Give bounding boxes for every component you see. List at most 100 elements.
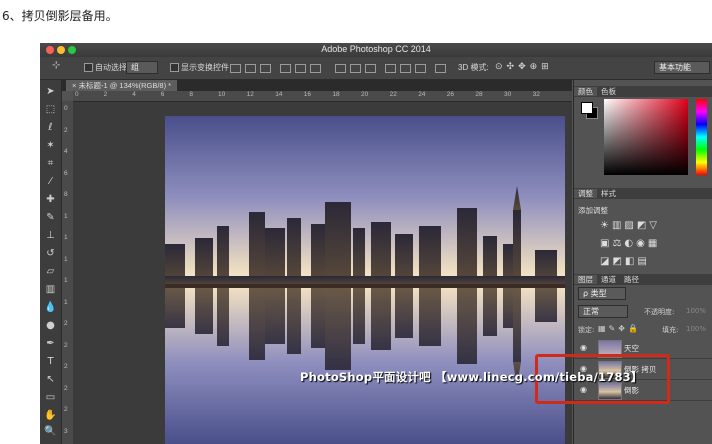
ruler-tick-label: 26 — [446, 91, 455, 98]
ruler-tick-label: 2 — [64, 406, 68, 413]
ruler-tick-label: 1 — [64, 277, 68, 284]
marquee-tool-icon[interactable]: ⬚ — [43, 103, 58, 117]
add-adjustment-label: 添加调整 — [578, 206, 608, 215]
color-panel-header: 颜色 色板 — [574, 86, 712, 97]
show-transform-checkbox[interactable]: 显示变换控件 — [170, 62, 229, 73]
ruler-tick-label: 2 — [64, 341, 68, 349]
horizontal-ruler[interactable]: 0 2 4 6 8 10 12 14 16 18 20 22 24 26 28 30 32 — [73, 91, 572, 102]
adjustments-panel-header: 调整 样式 — [574, 188, 712, 199]
document-tab-label: 未标题-1 @ 134%(RGB/8) * — [78, 81, 172, 90]
step-caption: 6、拷贝倒影层备用。 — [2, 9, 118, 23]
tab-channels[interactable]: 通道 — [597, 275, 620, 284]
zoom-tool-icon[interactable]: 🔍 — [43, 425, 58, 439]
document-tab[interactable]: × 未标题-1 @ 134%(RGB/8) * — [66, 80, 178, 91]
magic-wand-icon[interactable]: ✶ — [43, 139, 58, 153]
align-middle-icon[interactable] — [245, 64, 256, 73]
ruler-tick-label: 0 — [75, 91, 79, 98]
move-tool-icon[interactable]: ⊹ — [52, 60, 60, 71]
clone-stamp-icon[interactable]: ⊥ — [43, 229, 58, 243]
ruler-tick-label: 1 — [64, 298, 68, 306]
ruler-tick-label: 4 — [132, 91, 136, 98]
align-center-icon[interactable] — [295, 64, 306, 73]
ruler-tick-label: 0 — [64, 105, 68, 112]
visibility-eye-icon[interactable]: ◉ — [580, 343, 587, 352]
layer-kind-filter[interactable]: ρ 类型 — [578, 287, 626, 300]
align-top-icon[interactable] — [230, 64, 241, 73]
ruler-tick-label: 20 — [361, 91, 369, 98]
window-title: Adobe Photoshop CC 2014 — [321, 44, 431, 54]
brush-tool-icon[interactable]: ✎ — [43, 211, 58, 225]
tab-color[interactable]: 颜色 — [574, 87, 597, 96]
lock-icons[interactable]: ▦✎✥🔒 — [598, 324, 641, 333]
lock-label: 锁定: — [578, 326, 595, 334]
canvas-area[interactable] — [73, 102, 572, 444]
adjustment-icons-row3[interactable]: ◪◩◧▤ — [600, 256, 650, 267]
tools-panel: ➤ ⬚ ℓ ✶ ⌗ ⁄ ✚ ✎ ⊥ ↺ ▱ ▥ 💧 ● ✒ T ↖ ▭ ✋ 🔍 — [40, 80, 62, 444]
pen-tool-icon[interactable]: ✒ — [43, 337, 58, 351]
distribute-top-icon[interactable] — [335, 64, 346, 73]
distribute-center-icon[interactable] — [400, 64, 411, 73]
document-tab-bar: × 未标题-1 @ 134%(RGB/8) * — [62, 80, 572, 91]
opacity-label: 不透明度: — [644, 308, 675, 316]
ruler-tick-label: 28 — [475, 91, 483, 98]
ruler-tick-label: 1 — [64, 255, 68, 263]
color-picker-field[interactable] — [604, 99, 688, 175]
tab-layers[interactable]: 图层 — [574, 275, 597, 284]
distribute-right-icon[interactable] — [415, 64, 426, 73]
align-bottom-icon[interactable] — [260, 64, 271, 73]
ruler-tick-label: 2 — [64, 384, 68, 392]
ruler-tick-label: 10 — [218, 91, 226, 98]
eyedropper-icon[interactable]: ⁄ — [43, 175, 58, 189]
distribute-left-icon[interactable] — [385, 64, 396, 73]
tab-paths[interactable]: 路径 — [620, 275, 643, 284]
eraser-icon[interactable]: ▱ — [43, 265, 58, 279]
adjustment-icons-row2[interactable]: ▣⚖◐◉▦ — [600, 238, 660, 249]
hand-tool-icon[interactable]: ✋ — [43, 409, 58, 423]
auto-select-checkbox[interactable]: 自动选择: — [84, 62, 129, 73]
path-select-icon[interactable]: ↖ — [43, 373, 58, 387]
layer-name: 天空 — [624, 344, 639, 353]
distribute-bottom-icon[interactable] — [365, 64, 376, 73]
ruler-tick-label: 2 — [64, 320, 68, 327]
ruler-tick-label: 32 — [532, 91, 540, 98]
shape-tool-icon[interactable]: ▭ — [43, 391, 58, 405]
ruler-tick-label: 6 — [160, 91, 165, 98]
lasso-tool-icon[interactable]: ℓ — [43, 121, 58, 135]
dodge-tool-icon[interactable]: ● — [43, 319, 58, 333]
foreground-color-swatch[interactable] — [581, 102, 593, 114]
move-tool-icon[interactable]: ➤ — [43, 85, 58, 99]
blur-tool-icon[interactable]: 💧 — [43, 301, 58, 315]
ruler-tick-label: 14 — [275, 91, 283, 98]
fill-value[interactable]: 100% — [686, 325, 706, 333]
type-tool-icon[interactable]: T — [43, 355, 58, 369]
ruler-tick-label: 8 — [64, 191, 68, 198]
ruler-tick-label: 24 — [418, 91, 426, 98]
auto-select-dropdown[interactable]: 组 — [126, 61, 158, 74]
distribute-middle-icon[interactable] — [350, 64, 361, 73]
gradient-icon[interactable]: ▥ — [43, 283, 58, 297]
fill-label: 填充: — [662, 326, 679, 334]
crop-tool-icon[interactable]: ⌗ — [43, 157, 58, 171]
adjustment-icons-row1[interactable]: ☀▥▨◩▽ — [600, 220, 660, 231]
layers-panel-header: 图层 通道 路径 — [574, 274, 712, 285]
blend-mode-dropdown[interactable]: 正常 — [578, 305, 628, 318]
healing-brush-icon[interactable]: ✚ — [43, 193, 58, 207]
opacity-value[interactable]: 100% — [686, 307, 706, 315]
ruler-tick-label: 1 — [64, 212, 68, 220]
ruler-tick-label: 18 — [332, 91, 340, 98]
history-brush-icon[interactable]: ↺ — [43, 247, 58, 261]
tab-adjustments[interactable]: 调整 — [574, 189, 597, 198]
ruler-tick-label: 4 — [64, 148, 68, 155]
options-bar: ⊹ 自动选择: 组 显示变换控件 3D 模式: ⊙✣✥⊕⊞ 基本功能 — [40, 57, 712, 80]
tab-styles[interactable]: 样式 — [597, 189, 620, 198]
ruler-tick-label: 6 — [64, 169, 68, 177]
auto-align-icon[interactable] — [435, 64, 446, 73]
3d-tools-icons[interactable]: ⊙✣✥⊕⊞ — [495, 61, 553, 72]
workspace-dropdown[interactable]: 基本功能 — [654, 61, 710, 74]
tab-swatches[interactable]: 色板 — [597, 87, 620, 96]
hue-slider[interactable] — [696, 99, 707, 175]
align-right-icon[interactable] — [310, 64, 321, 73]
title-bar: Adobe Photoshop CC 2014 — [40, 43, 712, 57]
align-left-icon[interactable] — [280, 64, 291, 73]
ruler-tick-label: 3 — [64, 427, 68, 435]
